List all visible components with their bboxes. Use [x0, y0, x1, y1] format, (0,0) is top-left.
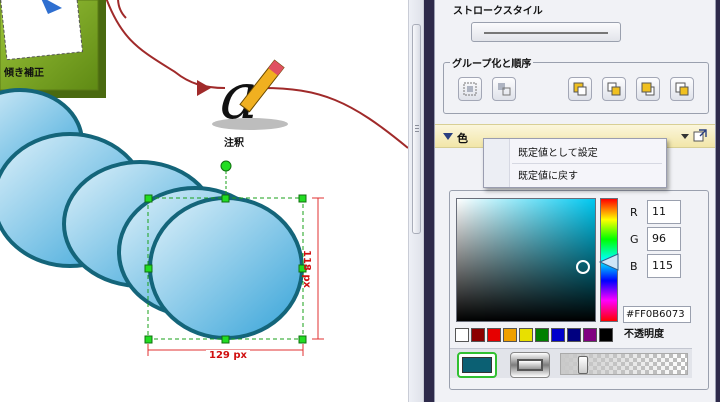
color-bottom-row [450, 348, 692, 378]
canvas-drawing[interactable]: a [0, 0, 408, 402]
fill-color-swatch[interactable] [457, 352, 497, 378]
bring-forward-icon [607, 82, 621, 96]
scrollbar-thumb[interactable] [412, 24, 421, 234]
group-order-title: グループ化と順序 [450, 55, 534, 70]
stroke-style-title: ストロークスタイル [453, 6, 543, 17]
resize-handle [144, 264, 153, 273]
color-swatch[interactable] [503, 328, 517, 342]
ellipse-shape-selected [148, 196, 304, 340]
stroke-color-preview [517, 359, 543, 371]
send-to-back-icon [675, 82, 689, 96]
connector-arrow [197, 80, 211, 96]
chevron-down-icon[interactable] [681, 134, 689, 139]
menu-item-reset-default[interactable]: 既定値に戻す [518, 167, 578, 182]
color-swatch[interactable] [535, 328, 549, 342]
ungroup-button[interactable] [492, 77, 516, 101]
green-input[interactable]: 96 [647, 227, 681, 251]
color-swatch[interactable] [599, 328, 613, 342]
rotate-handle [220, 160, 232, 172]
color-swatch[interactable] [471, 328, 485, 342]
collapse-icon[interactable] [443, 133, 453, 140]
hex-color-input[interactable]: #FF0B6073 [623, 306, 691, 323]
blue-input[interactable]: 115 [647, 254, 681, 278]
green-label: G [630, 233, 639, 246]
fill-color-preview [462, 357, 492, 373]
bring-to-front-icon [573, 82, 587, 96]
color-context-menu: 既定値として設定 既定値に戻す [483, 138, 667, 188]
color-swatch[interactable] [551, 328, 565, 342]
picker-cursor[interactable] [576, 260, 590, 274]
color-swatch[interactable] [567, 328, 581, 342]
opacity-slider-thumb[interactable] [578, 356, 588, 374]
menu-separator [512, 163, 662, 164]
bring-forward-button[interactable] [602, 77, 626, 101]
resize-handle [221, 194, 230, 203]
color-swatch[interactable] [583, 328, 597, 342]
color-swatch[interactable] [487, 328, 501, 342]
resize-handle [298, 335, 307, 344]
ungroup-icon [498, 83, 511, 96]
send-backward-icon [641, 82, 655, 96]
resize-handle [298, 194, 307, 203]
shape-label: 傾き補正 [4, 68, 44, 79]
opacity-slider[interactable] [560, 353, 688, 375]
stroke-style-button[interactable] [471, 22, 621, 42]
resize-handle [144, 335, 153, 344]
hue-slider-thumb[interactable] [598, 252, 622, 272]
height-dimension-label: 118 px [301, 250, 312, 288]
resize-handle [221, 335, 230, 344]
group-button[interactable] [458, 77, 482, 101]
red-input[interactable]: 11 [647, 200, 681, 224]
pencil-icon[interactable]: a [212, 59, 288, 134]
diagram-canvas[interactable]: a 傾き補正 注釈 118 px 129 px [0, 0, 408, 402]
connector-line [117, 0, 127, 19]
blue-label: B [630, 260, 638, 273]
color-swatch[interactable] [455, 328, 469, 342]
menu-gutter [484, 139, 510, 187]
opacity-label: 不透明度 [624, 329, 664, 340]
connector-line [261, 87, 408, 149]
stroke-color-swatch[interactable] [510, 352, 550, 378]
send-to-back-button[interactable] [670, 77, 694, 101]
resize-handle [144, 194, 153, 203]
send-backward-button[interactable] [636, 77, 660, 101]
color-swatch[interactable] [519, 328, 533, 342]
canvas-scrollbar[interactable] [408, 0, 424, 402]
group-icon [463, 82, 477, 96]
annotation-label: 注釈 [224, 138, 244, 149]
menu-item-set-default[interactable]: 既定値として設定 [518, 144, 598, 159]
image-shape[interactable] [0, 0, 106, 98]
group-order-box: グループ化と順序 [443, 55, 709, 114]
width-dimension-label: 129 px [206, 350, 250, 361]
color-section-title: 色 [457, 132, 468, 145]
bring-to-front-button[interactable] [568, 77, 592, 101]
popout-icon[interactable] [693, 129, 707, 143]
red-label: R [630, 206, 638, 219]
saturation-value-picker[interactable] [456, 198, 596, 322]
